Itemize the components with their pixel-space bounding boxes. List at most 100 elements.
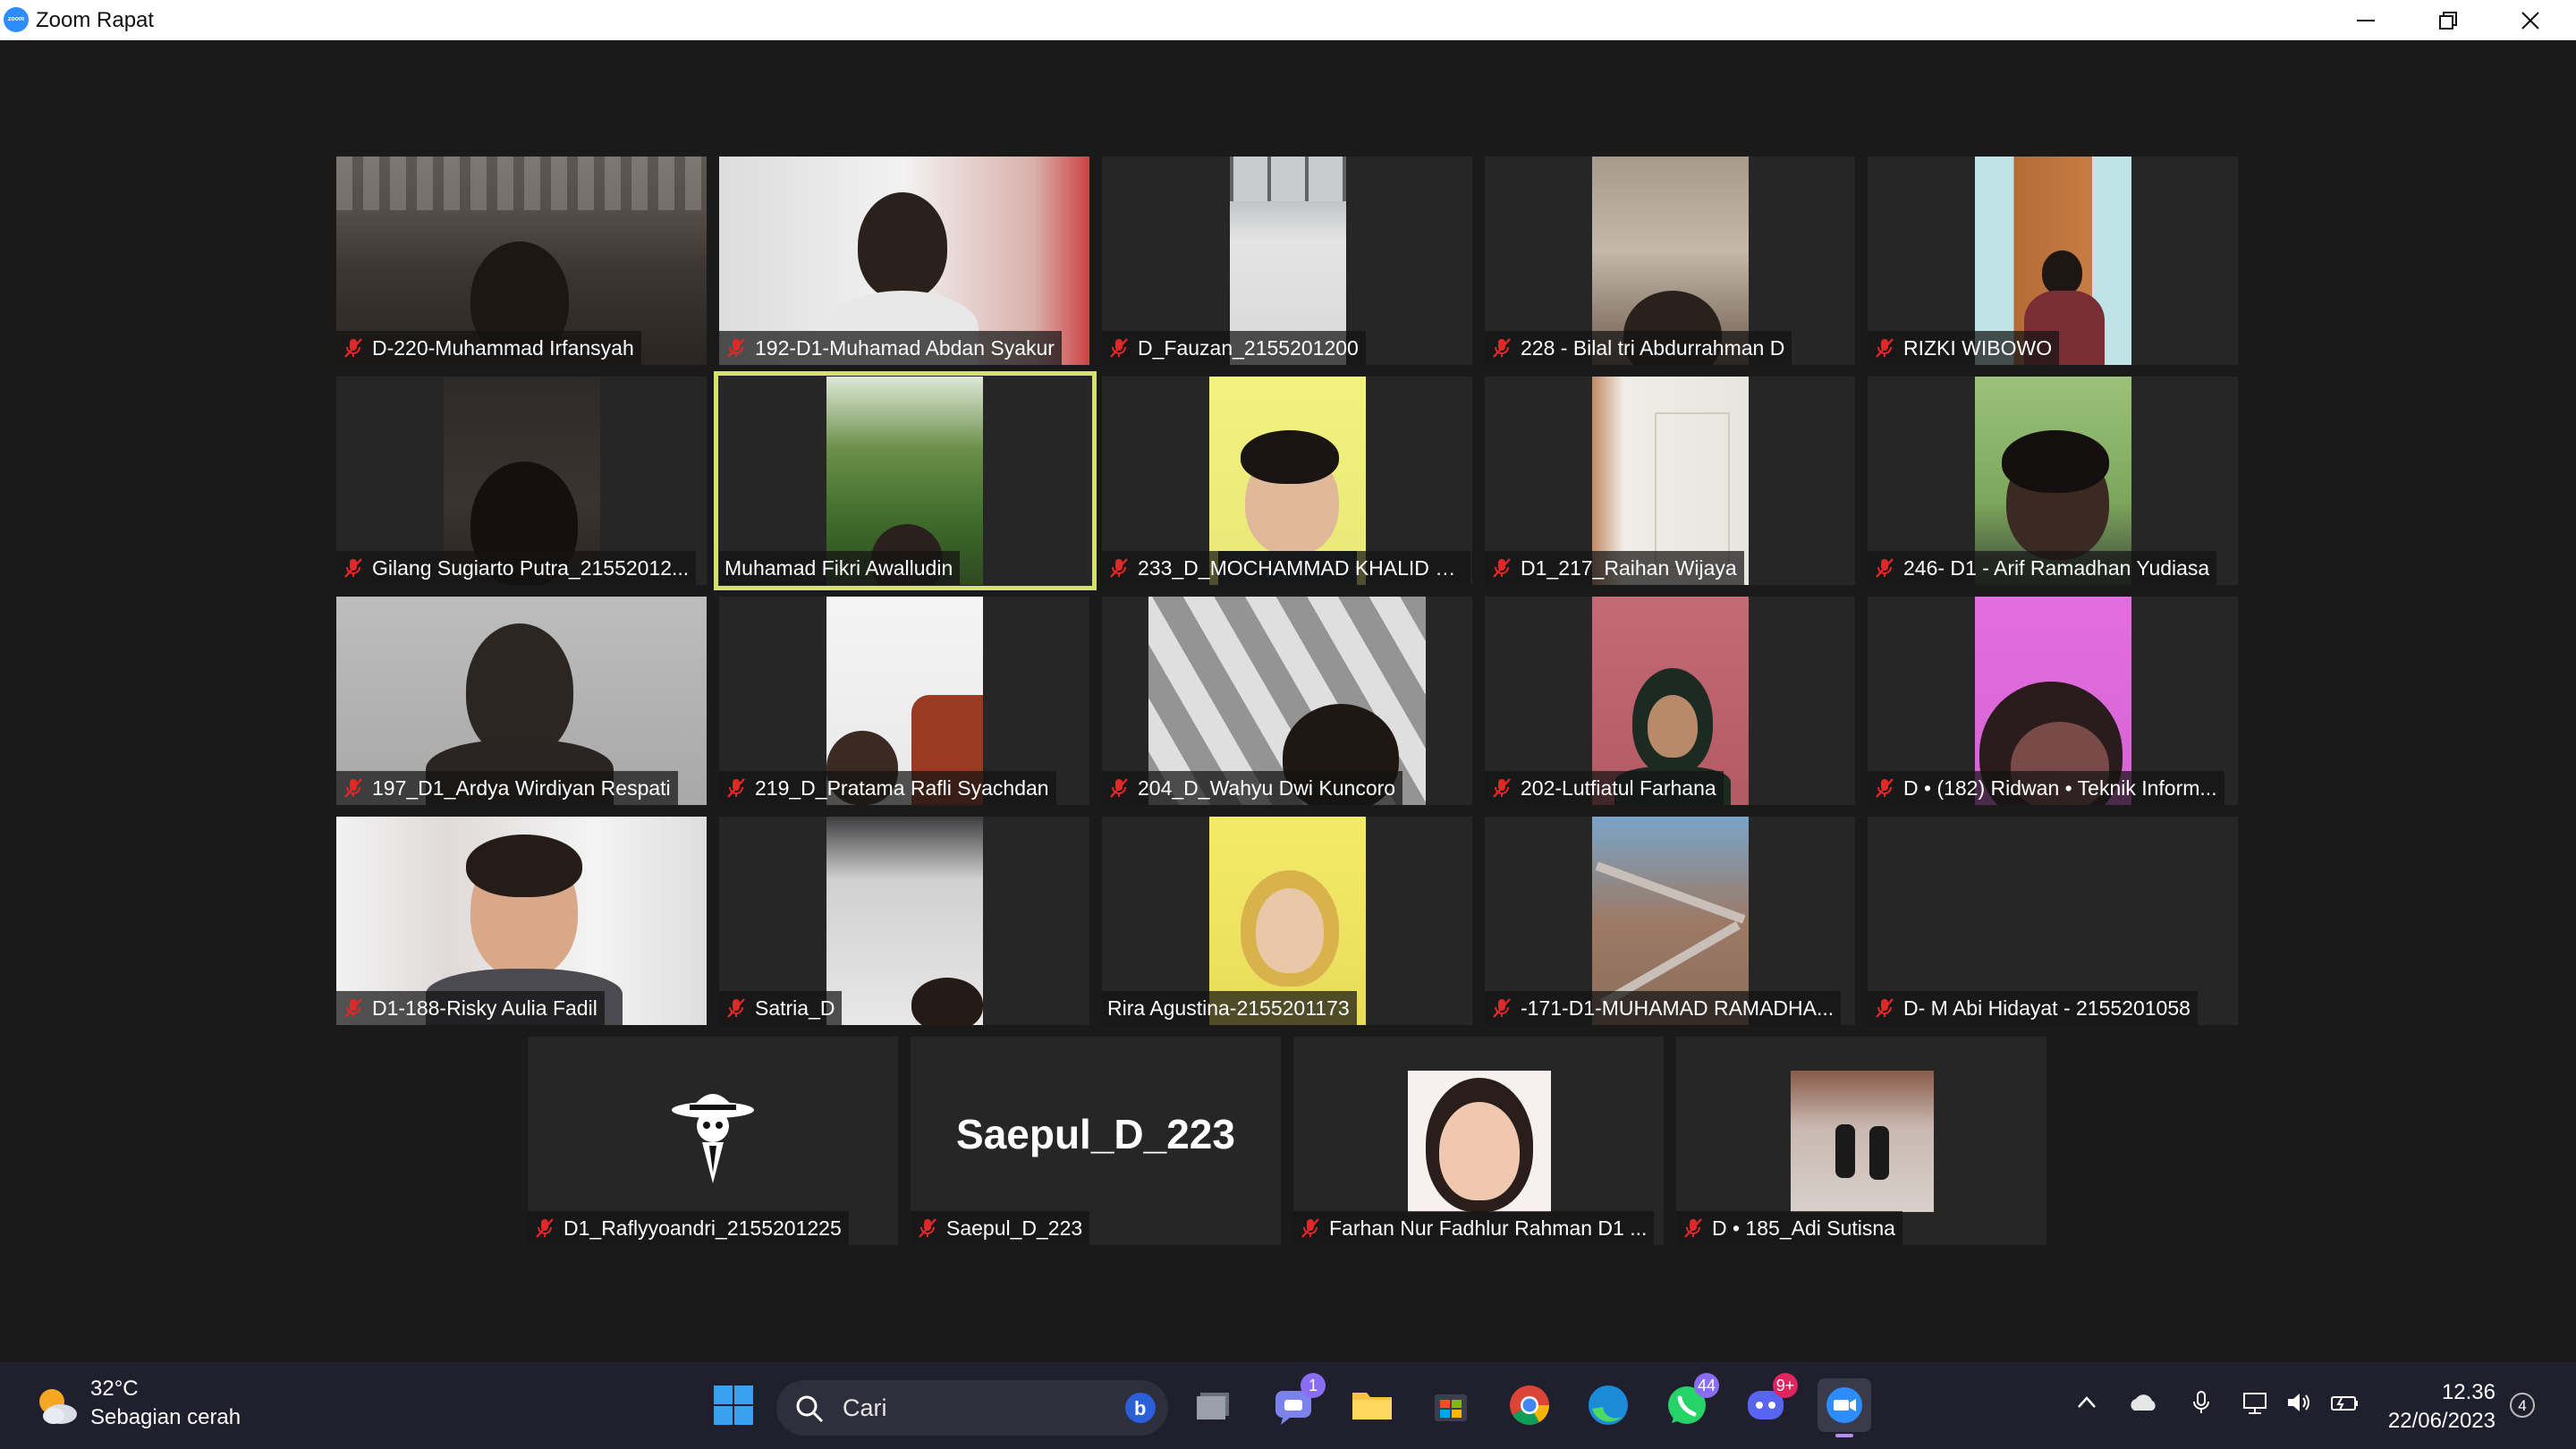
participant-name-bar: 197_D1_Ardya Wirdiyan Respati xyxy=(336,771,678,805)
participant-name-bar: 202-Lutfiatul Farhana xyxy=(1485,771,1724,805)
battery-icon[interactable] xyxy=(2329,1389,2361,1416)
participant-name-bar: D • (182) Ridwan • Teknik Inform... xyxy=(1868,771,2224,805)
participant-name: D • (182) Ridwan • Teknik Inform... xyxy=(1903,775,2217,800)
participant-name: 233_D_MOCHAMMAD KHALID H... xyxy=(1138,555,1463,580)
task-view-icon xyxy=(1197,1393,1229,1419)
participant-name-bar: Muhamad Fikri Awalludin xyxy=(719,551,961,585)
participant-name: D-220-Muhammad Irfansyah xyxy=(372,335,634,360)
participant-tile[interactable]: Satria_D xyxy=(719,817,1089,1025)
participant-name: Saepul_D_223 xyxy=(946,1216,1083,1240)
start-button[interactable] xyxy=(707,1378,760,1432)
zoom-icon xyxy=(1826,1387,1862,1423)
muted-mic-icon xyxy=(344,998,362,1018)
microsoft-store-button[interactable] xyxy=(1424,1378,1478,1432)
participant-display-name: Saepul_D_223 xyxy=(956,1111,1235,1157)
muted-mic-icon xyxy=(1493,558,1511,578)
partly-sunny-icon xyxy=(39,1389,77,1424)
participant-tile[interactable]: 228 - Bilal tri Abdurrahman D xyxy=(1485,157,1855,365)
taskbar-search[interactable]: Cari b xyxy=(776,1380,1168,1436)
participant-video xyxy=(1791,1071,1934,1212)
participant-tile[interactable]: D • (182) Ridwan • Teknik Inform... xyxy=(1868,597,2238,805)
bing-chat-icon: b xyxy=(1125,1393,1156,1423)
taskbar-clock[interactable]: 12.36 22/06/2023 xyxy=(2379,1378,2496,1436)
participant-tile[interactable]: 219_D_Pratama Rafli Syachdan xyxy=(719,597,1089,805)
close-icon xyxy=(2521,12,2539,30)
participant-name: D- M Abi Hidayat - 2155201058 xyxy=(1903,996,2190,1020)
network-icon[interactable] xyxy=(2241,1389,2272,1416)
participant-name-bar: D1-188-Risky Aulia Fadil xyxy=(336,991,605,1025)
search-icon xyxy=(796,1395,824,1423)
participant-tile[interactable]: D- M Abi Hidayat - 2155201058 xyxy=(1868,817,2238,1025)
restore-button[interactable] xyxy=(2408,0,2488,40)
edge-button[interactable] xyxy=(1581,1378,1635,1432)
microphone-icon[interactable] xyxy=(2188,1389,2215,1416)
participant-name: 246- D1 - Arif Ramadhan Yudiasa xyxy=(1903,555,2210,580)
participant-name-bar: Gilang Sugiarto Putra_21552012... xyxy=(336,551,697,585)
task-view-button[interactable] xyxy=(1188,1378,1241,1432)
participant-tile[interactable]: -171-D1-MUHAMAD RAMADHA... xyxy=(1485,817,1855,1025)
notification-count-badge[interactable]: 4 xyxy=(2510,1393,2535,1418)
windows-logo-icon xyxy=(714,1385,753,1425)
participant-name-bar: RIZKI WIBOWO xyxy=(1868,331,2060,365)
zoom-app-icon: zoom xyxy=(4,7,29,32)
participant-name: 197_D1_Ardya Wirdiyan Respati xyxy=(372,775,671,800)
participant-name: 202-Lutfiatul Farhana xyxy=(1521,775,1716,800)
muted-mic-icon xyxy=(1493,998,1511,1018)
participant-tile[interactable]: D1_Raflyyoandri_2155201225 xyxy=(528,1037,898,1245)
participant-name: Farhan Nur Fadhlur Rahman D1 ... xyxy=(1329,1216,1648,1240)
participant-tile[interactable]: 197_D1_Ardya Wirdiyan Respati xyxy=(336,597,707,805)
participant-name: Gilang Sugiarto Putra_21552012... xyxy=(372,555,690,580)
participant-tile[interactable]: D1_217_Raihan Wijaya xyxy=(1485,377,1855,585)
muted-mic-icon xyxy=(727,778,745,798)
participant-name: D • 185_Adi Sutisna xyxy=(1712,1216,1895,1240)
participant-tile[interactable]: 202-Lutfiatul Farhana xyxy=(1485,597,1855,805)
discord-button[interactable]: 9+ xyxy=(1739,1373,1798,1432)
participant-tile[interactable]: D • 185_Adi Sutisna xyxy=(1676,1037,2046,1245)
zoom-taskbar-button[interactable] xyxy=(1818,1378,1871,1437)
participant-name-bar: 192-D1-Muhamad Abdan Syakur xyxy=(719,331,1062,365)
participant-name: D_Fauzan_2155201200 xyxy=(1138,335,1359,360)
chevron-up-icon[interactable] xyxy=(2073,1389,2100,1416)
participant-name-bar: D • 185_Adi Sutisna xyxy=(1676,1211,1902,1245)
participant-name-bar: D- M Abi Hidayat - 2155201058 xyxy=(1868,991,2198,1025)
participant-tile[interactable]: RIZKI WIBOWO xyxy=(1868,157,2238,365)
volume-icon[interactable] xyxy=(2284,1389,2313,1416)
participant-tile[interactable]: Saepul_D_223 Saepul_D_223 xyxy=(911,1037,1281,1245)
participant-tile[interactable]: 204_D_Wahyu Dwi Kuncoro xyxy=(1102,597,1472,805)
close-button[interactable] xyxy=(2490,0,2571,40)
participant-tile[interactable]: D-220-Muhammad Irfansyah xyxy=(336,157,707,365)
participant-name-bar: Satria_D xyxy=(719,991,843,1025)
discord-badge: 9+ xyxy=(1773,1373,1798,1398)
weather-temperature: 32°C xyxy=(90,1377,139,1401)
whatsapp-badge: 44 xyxy=(1694,1373,1719,1398)
participant-tile[interactable]: Farhan Nur Fadhlur Rahman D1 ... xyxy=(1293,1037,1664,1245)
file-explorer-button[interactable] xyxy=(1345,1378,1399,1432)
folder-icon xyxy=(1352,1393,1392,1419)
participant-name: Satria_D xyxy=(755,996,835,1020)
participant-name: RIZKI WIBOWO xyxy=(1903,335,2053,360)
muted-mic-icon xyxy=(1110,338,1128,358)
chrome-icon xyxy=(1510,1385,1549,1425)
participant-tile[interactable]: 246- D1 - Arif Ramadhan Yudiasa xyxy=(1868,377,2238,585)
participant-tile[interactable]: 192-D1-Muhamad Abdan Syakur xyxy=(719,157,1089,365)
onedrive-cloud-icon[interactable] xyxy=(2127,1389,2159,1416)
participant-tile[interactable]: Gilang Sugiarto Putra_21552012... xyxy=(336,377,707,585)
muted-mic-icon xyxy=(1876,558,1894,578)
participant-tile[interactable]: Rira Agustina-2155201173 xyxy=(1102,817,1472,1025)
participant-name: 219_D_Pratama Rafli Syachdan xyxy=(755,775,1049,800)
minimize-button[interactable] xyxy=(2326,0,2406,40)
participant-name-bar: 246- D1 - Arif Ramadhan Yudiasa xyxy=(1868,551,2217,585)
participant-tile[interactable]: 233_D_MOCHAMMAD KHALID H... xyxy=(1102,377,1472,585)
participant-name: D1_217_Raihan Wijaya xyxy=(1521,555,1737,580)
participant-tile[interactable]: D_Fauzan_2155201200 xyxy=(1102,157,1472,365)
participant-tile[interactable]: D1-188-Risky Aulia Fadil xyxy=(336,817,707,1025)
minimize-icon xyxy=(2357,20,2375,21)
whatsapp-button[interactable]: 44 xyxy=(1660,1373,1719,1432)
participant-name-bar: 219_D_Pratama Rafli Syachdan xyxy=(719,771,1056,805)
clock-time: 12.36 xyxy=(2441,1380,2496,1404)
teams-chat-button[interactable]: 1 xyxy=(1267,1373,1326,1432)
muted-mic-icon xyxy=(536,1218,554,1238)
participant-tile-active-speaker[interactable]: Muhamad Fikri Awalludin xyxy=(714,371,1097,590)
participant-name-bar: 233_D_MOCHAMMAD KHALID H... xyxy=(1102,551,1470,585)
chrome-button[interactable] xyxy=(1503,1378,1556,1432)
